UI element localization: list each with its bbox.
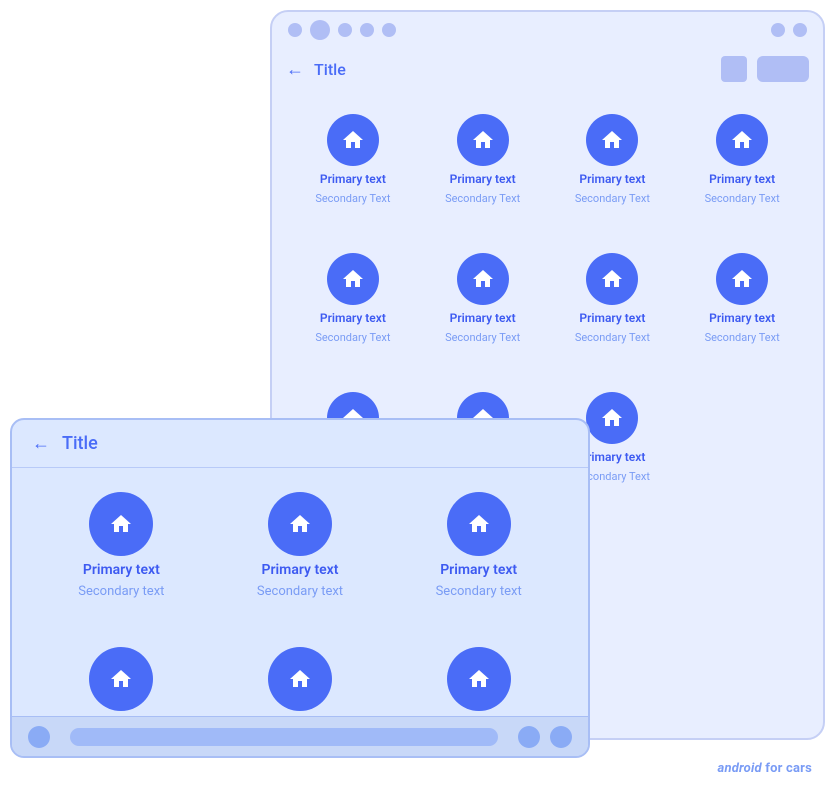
home-icon [457, 253, 509, 305]
item-primary-text: Primary text [579, 172, 645, 186]
home-icon [586, 253, 638, 305]
home-icon [89, 492, 153, 556]
home-icon [716, 253, 768, 305]
status-dot-2 [310, 20, 330, 40]
bottom-search-bar[interactable] [70, 728, 498, 746]
tablet-back-button[interactable]: ← [32, 433, 50, 454]
list-item[interactable]: Primary text Secondary Text [548, 239, 678, 358]
item-secondary-text: Secondary Text [315, 192, 390, 205]
home-icon [327, 114, 379, 166]
status-dot-4 [360, 23, 374, 37]
status-dot-1 [288, 23, 302, 37]
bottom-nav-dot-3[interactable] [550, 726, 572, 748]
list-item[interactable]: Primary text Secondary Text [288, 239, 418, 358]
phone-toolbar: ← Title [272, 48, 823, 90]
item-primary-text: Primary text [709, 311, 775, 325]
home-icon [586, 392, 638, 444]
home-icon [447, 492, 511, 556]
item-secondary-text: Secondary Text [315, 331, 390, 344]
status-dot-7 [793, 23, 807, 37]
item-primary-text: Primary text [440, 562, 517, 578]
home-icon [586, 114, 638, 166]
home-icon [268, 492, 332, 556]
list-item[interactable]: Primary text Secondary Text [418, 100, 548, 219]
item-primary-text: Primary text [450, 311, 516, 325]
status-dot-3 [338, 23, 352, 37]
android-for-cars-label: android for cars [718, 761, 812, 776]
toolbar-search-pill[interactable] [757, 56, 809, 82]
status-dot-5 [382, 23, 396, 37]
item-secondary-text: Secondary text [436, 584, 522, 599]
tablet-frame: ← Title Primary text Secondary text Prim… [10, 418, 590, 758]
list-item[interactable]: Primary text Secondary text [32, 478, 211, 613]
tablet-toolbar: ← Title [12, 420, 588, 468]
phone-title: Title [314, 60, 711, 79]
item-primary-text: Primary text [320, 311, 386, 325]
home-icon [89, 647, 153, 711]
list-item[interactable]: Primary text Secondary Text [548, 100, 678, 219]
item-primary-text: Primary text [709, 172, 775, 186]
item-secondary-text: Secondary Text [575, 192, 650, 205]
list-item[interactable]: Primary text Secondary Text [418, 239, 548, 358]
item-secondary-text: Secondary Text [705, 192, 780, 205]
tablet-grid-row-1: Primary text Secondary text Primary text… [12, 468, 588, 623]
item-primary-text: Primary text [262, 562, 339, 578]
list-item[interactable]: Primary text Secondary text [389, 478, 568, 613]
toolbar-square-icon[interactable] [721, 56, 747, 82]
item-secondary-text: Secondary text [257, 584, 343, 599]
list-item[interactable]: Primary text Secondary text [211, 478, 390, 613]
item-secondary-text: Secondary Text [445, 331, 520, 344]
home-icon [327, 253, 379, 305]
item-primary-text: Primary text [579, 311, 645, 325]
home-icon [447, 647, 511, 711]
phone-grid-row-2: Primary text Secondary Text Primary text… [272, 229, 823, 368]
item-primary-text: Primary text [320, 172, 386, 186]
tablet-title: Title [62, 433, 98, 454]
item-secondary-text: Secondary Text [705, 331, 780, 344]
home-icon [268, 647, 332, 711]
home-icon [716, 114, 768, 166]
tablet-bottom-bar [12, 716, 588, 756]
item-primary-text: Primary text [450, 172, 516, 186]
list-item[interactable]: Primary text Secondary Text [677, 239, 807, 358]
home-icon [457, 114, 509, 166]
bottom-nav-dot-1[interactable] [28, 726, 50, 748]
phone-status-bar [272, 12, 823, 48]
bottom-nav-dot-2[interactable] [518, 726, 540, 748]
list-item[interactable]: Primary text Secondary Text [288, 100, 418, 219]
item-secondary-text: Secondary text [78, 584, 164, 599]
status-dot-6 [771, 23, 785, 37]
item-secondary-text: Secondary Text [445, 192, 520, 205]
item-secondary-text: Secondary Text [575, 331, 650, 344]
item-primary-text: Primary text [83, 562, 160, 578]
list-item[interactable]: Primary text Secondary Text [677, 100, 807, 219]
phone-grid-row-1: Primary text Secondary Text Primary text… [272, 90, 823, 229]
back-button[interactable]: ← [286, 59, 304, 80]
